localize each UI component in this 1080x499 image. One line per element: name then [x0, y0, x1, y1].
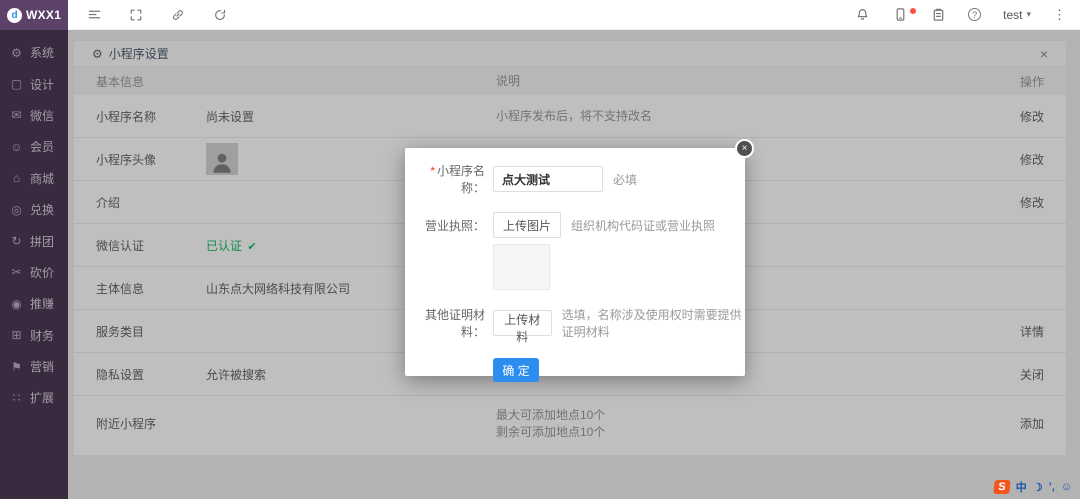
- edit-name-modal: × *小程序名称： 必填 营业执照： 上传图片 组织机构代码证或营业执照 其他证…: [405, 148, 745, 376]
- chevron-down-icon: ▾: [1026, 9, 1031, 20]
- app-logo[interactable]: d WXX1: [0, 0, 68, 30]
- fullscreen-icon[interactable]: [128, 7, 144, 23]
- chinese-mode-icon[interactable]: 中: [1016, 479, 1027, 495]
- refresh-icon[interactable]: [212, 7, 228, 23]
- sogou-ime-bar: S 中 ☽ ’‚ ☺: [994, 479, 1072, 495]
- topbar-left-icons: [86, 7, 228, 23]
- license-field-row: 营业执照： 上传图片 组织机构代码证或营业执照: [405, 212, 745, 238]
- other-material-field-row: 其他证明材料： 上传材料 选填，名称涉及使用权时需要提供证明材料: [405, 306, 745, 340]
- more-options-icon[interactable]: ⋮: [1053, 7, 1066, 23]
- upload-image-button[interactable]: 上传图片: [493, 212, 561, 238]
- tone-marks-icon[interactable]: ’‚: [1049, 481, 1055, 493]
- other-material-label: 其他证明材料：: [415, 306, 485, 340]
- topbar: ? test ▾ ⋮: [68, 0, 1080, 30]
- user-dropdown[interactable]: test ▾: [1003, 8, 1031, 22]
- sogou-logo-icon[interactable]: S: [993, 480, 1010, 494]
- help-icon[interactable]: ?: [968, 8, 981, 21]
- required-mark: *: [430, 164, 435, 178]
- license-hint: 组织机构代码证或营业执照: [571, 217, 715, 234]
- moon-icon[interactable]: ☽: [1033, 481, 1043, 494]
- topbar-right-icons: ? test ▾ ⋮: [854, 7, 1066, 23]
- notification-dot: [910, 8, 916, 14]
- clipboard-icon[interactable]: [930, 7, 946, 23]
- license-field-label: 营业执照：: [415, 217, 485, 234]
- modal-close-icon[interactable]: ×: [735, 139, 754, 158]
- emoji-icon[interactable]: ☺: [1061, 481, 1072, 493]
- other-material-hint: 选填，名称涉及使用权时需要提供证明材料: [562, 306, 745, 340]
- collapse-menu-icon[interactable]: [86, 7, 102, 23]
- required-hint: 必填: [613, 171, 637, 188]
- uploaded-image-placeholder[interactable]: [493, 244, 550, 290]
- name-field-label: *小程序名称：: [415, 162, 485, 196]
- link-icon[interactable]: [170, 7, 186, 23]
- brand-logo-icon: d: [7, 8, 22, 23]
- mobile-preview-icon[interactable]: [892, 7, 908, 23]
- miniprogram-name-input[interactable]: [493, 166, 603, 192]
- brand-name: WXX1: [26, 8, 61, 22]
- name-field-row: *小程序名称： 必填: [405, 162, 745, 196]
- bell-icon[interactable]: [854, 7, 870, 23]
- upload-material-button[interactable]: 上传材料: [493, 310, 552, 336]
- confirm-button[interactable]: 确 定: [493, 358, 539, 382]
- username: test: [1003, 8, 1022, 22]
